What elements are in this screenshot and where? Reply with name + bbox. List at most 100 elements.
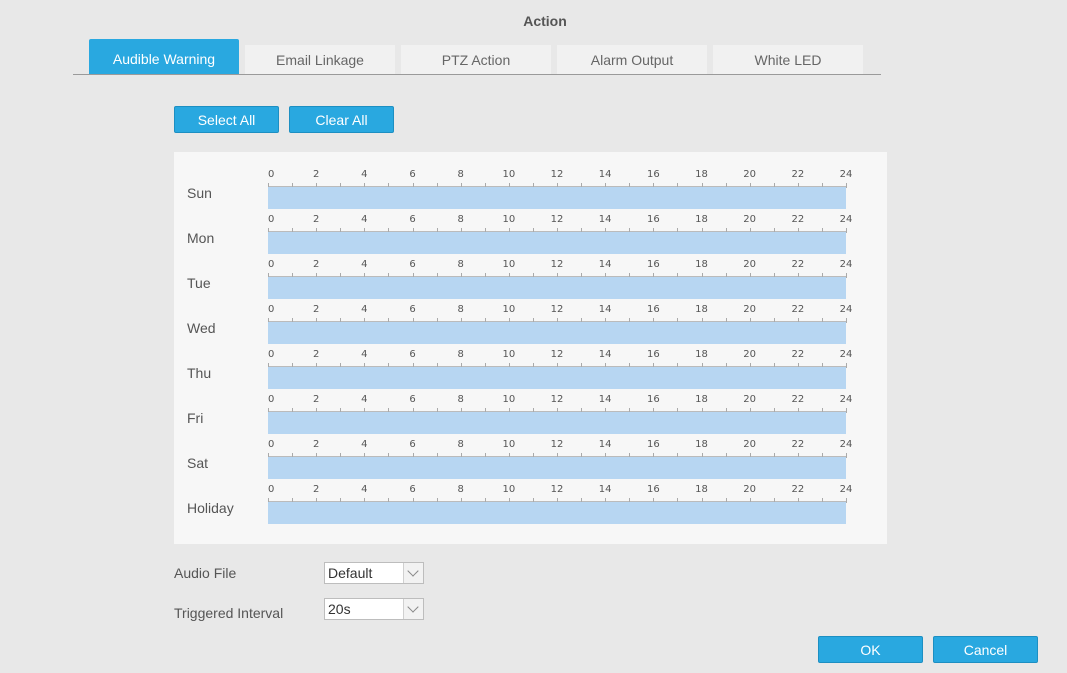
hour-tick-label: 6 xyxy=(409,439,416,450)
hour-tick-label: 24 xyxy=(839,484,853,495)
hour-tick-label: 14 xyxy=(598,394,612,405)
hour-tick-label: 22 xyxy=(791,169,805,180)
hour-tick-label: 10 xyxy=(502,484,516,495)
hour-tick-label: 10 xyxy=(502,169,516,180)
schedule-row: Sat 0 2 4 6 8 10 12 14 16 18 20 22 24 xyxy=(174,422,887,479)
hour-tick-label: 18 xyxy=(695,169,708,180)
hour-tick-label: 0 xyxy=(268,169,275,180)
hour-tick-label: 14 xyxy=(598,349,612,360)
hour-tick-label: 16 xyxy=(646,349,660,360)
hour-tick-label: 8 xyxy=(457,169,464,180)
cancel-button[interactable]: Cancel xyxy=(933,636,1038,663)
hour-tick xyxy=(846,408,847,413)
tab-email-linkage[interactable]: Email Linkage xyxy=(245,45,395,74)
hour-scale: 0 2 4 6 8 10 12 14 16 18 20 22 24 xyxy=(268,242,852,279)
hour-tick-label: 24 xyxy=(839,169,853,180)
schedule-grid: Sun 0 2 4 6 8 10 12 14 16 18 20 22 24 Mon 0 2 4 6 8 10 12 14 16… xyxy=(174,152,887,544)
hour-tick-label: 6 xyxy=(409,394,416,405)
hour-scale: 0 2 4 6 8 10 12 14 16 18 20 22 24 xyxy=(268,377,852,414)
hour-tick-label: 12 xyxy=(550,349,564,360)
hour-tick-label: 4 xyxy=(361,169,368,180)
hour-tick-label: 4 xyxy=(361,484,368,495)
tab-ptz-action[interactable]: PTZ Action xyxy=(401,45,551,74)
hour-tick-label: 8 xyxy=(457,349,464,360)
hour-tick-label: 10 xyxy=(502,349,516,360)
triggered-interval-select[interactable]: 20s xyxy=(324,598,424,620)
hour-tick-label: 16 xyxy=(646,484,660,495)
schedule-bar[interactable] xyxy=(268,502,846,524)
hour-tick-label: 18 xyxy=(695,214,708,225)
tab-alarm-output[interactable]: Alarm Output xyxy=(557,45,707,74)
tab-audible-warning[interactable]: Audible Warning xyxy=(89,39,239,74)
schedule-row: Holiday 0 2 4 6 8 10 12 14 16 18 20 22 24 xyxy=(174,467,887,524)
hour-tick-label: 6 xyxy=(409,169,416,180)
schedule-row: Fri 0 2 4 6 8 10 12 14 16 18 20 22 24 xyxy=(174,377,887,434)
hour-tick-label: 4 xyxy=(361,349,368,360)
hour-tick-label: 24 xyxy=(839,394,853,405)
hour-tick-label: 24 xyxy=(839,304,853,315)
hour-tick-label: 4 xyxy=(361,439,368,450)
hour-tick-label: 8 xyxy=(457,439,464,450)
hour-tick-label: 14 xyxy=(598,304,612,315)
hour-tick-label: 22 xyxy=(791,214,805,225)
audio-file-value: Default xyxy=(328,565,373,581)
hour-tick-label: 24 xyxy=(839,214,853,225)
hour-tick-label: 16 xyxy=(646,259,660,270)
schedule-row: Sun 0 2 4 6 8 10 12 14 16 18 20 22 24 xyxy=(174,152,887,209)
hour-tick-label: 8 xyxy=(457,484,464,495)
tab-white-led[interactable]: White LED xyxy=(713,45,863,74)
hour-scale: 0 2 4 6 8 10 12 14 16 18 20 22 24 xyxy=(268,332,852,369)
hour-tick-label: 6 xyxy=(409,304,416,315)
hour-tick-label: 14 xyxy=(598,439,612,450)
hour-tick-label: 6 xyxy=(409,214,416,225)
hour-tick-label: 14 xyxy=(598,169,612,180)
hour-tick-label: 10 xyxy=(502,394,516,405)
hour-tick-label: 2 xyxy=(312,169,320,180)
audio-file-label: Audio File xyxy=(174,565,237,581)
hour-scale: 0 2 4 6 8 10 12 14 16 18 20 22 24 xyxy=(268,422,852,459)
triggered-interval-value: 20s xyxy=(328,601,351,617)
hour-tick-label: 24 xyxy=(839,439,853,450)
hour-tick-label: 6 xyxy=(409,259,416,270)
hour-tick-label: 20 xyxy=(743,169,757,180)
hour-tick-label: 12 xyxy=(550,394,564,405)
hour-tick-label: 12 xyxy=(550,304,564,315)
hour-tick-label: 8 xyxy=(457,214,464,225)
select-all-button[interactable]: Select All xyxy=(174,106,279,133)
hour-tick-label: 10 xyxy=(502,439,516,450)
hour-tick-label: 0 xyxy=(268,394,275,405)
hour-tick-label: 0 xyxy=(268,484,275,495)
hour-tick xyxy=(846,363,847,368)
clear-all-button[interactable]: Clear All xyxy=(289,106,394,133)
hour-tick-label: 18 xyxy=(695,349,708,360)
hour-tick-label: 8 xyxy=(457,304,464,315)
hour-tick-label: 0 xyxy=(268,214,275,225)
hour-tick-label: 10 xyxy=(502,304,516,315)
hour-tick-label: 22 xyxy=(791,484,805,495)
audio-file-select[interactable]: Default xyxy=(324,562,424,584)
chevron-down-icon[interactable] xyxy=(403,599,423,619)
dialog-title: Action xyxy=(523,13,567,29)
hour-tick-label: 20 xyxy=(743,439,757,450)
day-label: Holiday xyxy=(187,500,234,516)
hour-tick-label: 0 xyxy=(268,439,275,450)
hour-tick-label: 16 xyxy=(646,394,660,405)
hour-scale: 0 2 4 6 8 10 12 14 16 18 20 22 24 xyxy=(268,152,852,189)
hour-tick-label: 20 xyxy=(743,484,757,495)
hour-tick-label: 12 xyxy=(550,439,564,450)
hour-tick-label: 0 xyxy=(268,349,275,360)
hour-tick-label: 22 xyxy=(791,439,805,450)
hour-scale: 0 2 4 6 8 10 12 14 16 18 20 22 24 xyxy=(268,197,852,234)
hour-scale: 0 2 4 6 8 10 12 14 16 18 20 22 24 xyxy=(268,287,852,324)
hour-tick-label: 14 xyxy=(598,214,612,225)
hour-tick-label: 12 xyxy=(550,169,564,180)
hour-tick-label: 18 xyxy=(695,304,708,315)
hour-tick-label: 12 xyxy=(550,484,564,495)
hour-tick-label: 4 xyxy=(361,259,368,270)
hour-tick-label: 12 xyxy=(550,259,564,270)
hour-tick-label: 2 xyxy=(312,214,320,225)
hour-tick-label: 16 xyxy=(646,439,660,450)
hour-tick xyxy=(846,183,847,188)
chevron-down-icon[interactable] xyxy=(403,563,423,583)
ok-button[interactable]: OK xyxy=(818,636,923,663)
